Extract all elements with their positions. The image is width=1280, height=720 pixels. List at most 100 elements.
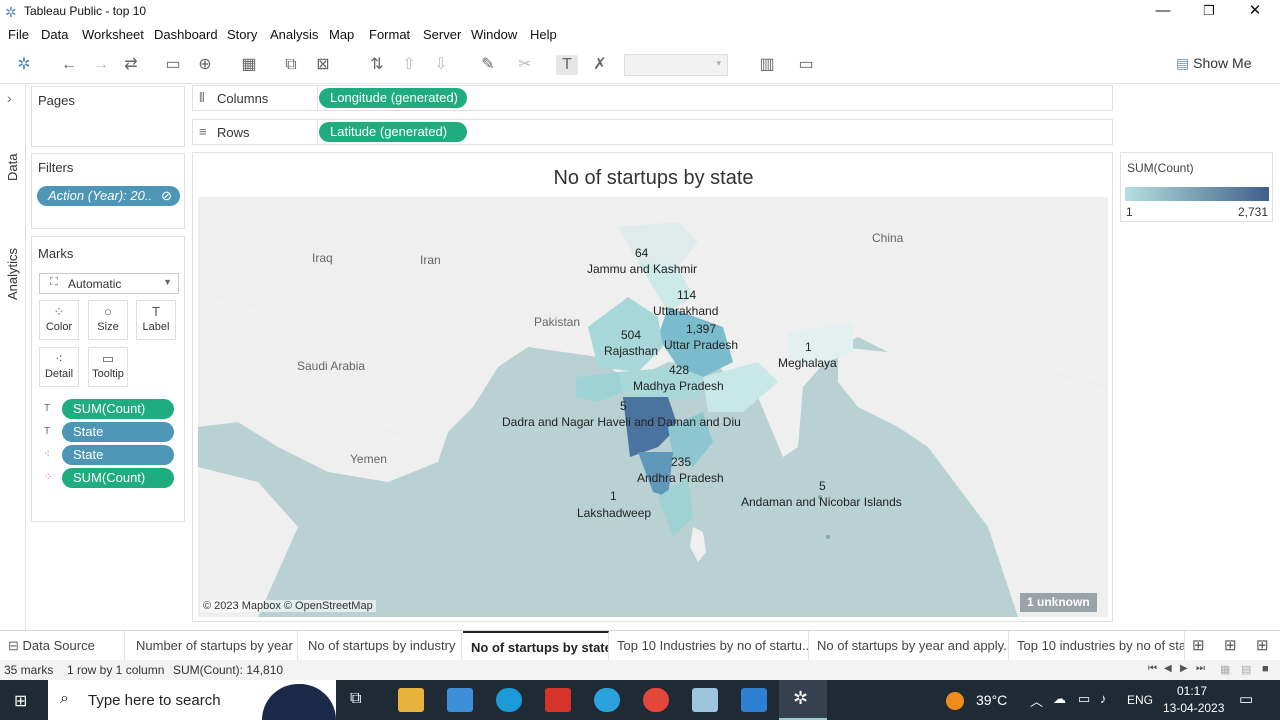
- vscode-icon[interactable]: [741, 688, 767, 712]
- columns-shelf[interactable]: ⦀ Columns Longitude (generated): [192, 85, 1113, 111]
- menu-data[interactable]: Data: [41, 27, 68, 42]
- show-mark-labels-icon[interactable]: T: [556, 55, 578, 75]
- menu-format[interactable]: Format: [369, 27, 410, 42]
- tabs-view-icon[interactable]: ■: [1262, 663, 1269, 675]
- tableau-taskbar-button[interactable]: ✲: [779, 680, 827, 720]
- menu-window[interactable]: Window: [471, 27, 517, 42]
- weather-icon[interactable]: [946, 692, 964, 710]
- tab-startups-by-state[interactable]: No of startups by state: [463, 631, 609, 660]
- battery-icon[interactable]: ▭: [1078, 691, 1090, 707]
- label-icon: T: [152, 304, 160, 319]
- windows-start-icon[interactable]: ⊞: [14, 691, 27, 711]
- mark-type-dropdown[interactable]: ⛶ Automatic ▼: [39, 273, 179, 294]
- tab-top10-industries[interactable]: Top 10 Industries by no of startu...: [609, 631, 809, 660]
- fit-dropdown[interactable]: ▾: [624, 54, 728, 76]
- filled-map[interactable]: China Iraq Iran Pakistan Saudi Arabia Ye…: [198, 197, 1108, 617]
- menu-help[interactable]: Help: [530, 27, 557, 42]
- rows-shelf[interactable]: ≡ Rows Latitude (generated): [192, 119, 1113, 145]
- menu-dashboard[interactable]: Dashboard: [154, 27, 218, 42]
- expand-chevron-icon[interactable]: ›: [7, 90, 12, 106]
- clock-time[interactable]: 01:17: [1177, 684, 1207, 698]
- marks-field-sum-count-color[interactable]: SUM(Count): [62, 468, 174, 488]
- swap-icon[interactable]: ⇅: [366, 55, 388, 75]
- menu-worksheet[interactable]: Worksheet: [82, 27, 144, 42]
- nav-last-icon[interactable]: ⏭: [1196, 663, 1205, 674]
- onedrive-icon[interactable]: ☁: [1053, 691, 1066, 707]
- region-gujarat[interactable]: [576, 372, 623, 402]
- menu-story[interactable]: Story: [227, 27, 257, 42]
- language-indicator[interactable]: ENG: [1127, 693, 1153, 707]
- pdf-app-icon[interactable]: [545, 688, 571, 712]
- tab-startups-by-year-apply[interactable]: No of startups by year and apply...: [809, 631, 1009, 660]
- nav-next-icon[interactable]: ▶: [1180, 663, 1188, 674]
- sort-descending-icon[interactable]: ⇩: [430, 55, 452, 75]
- fix-axes-icon[interactable]: ✗: [589, 55, 611, 75]
- replay-icon[interactable]: ⇄: [120, 55, 142, 75]
- new-worksheet-icon[interactable]: ▦: [238, 55, 260, 75]
- undo-icon[interactable]: ←: [58, 55, 80, 75]
- taskbar-search[interactable]: ⌕ Type here to search: [48, 680, 336, 720]
- chrome-icon[interactable]: [643, 688, 669, 712]
- menu-file[interactable]: File: [8, 27, 29, 42]
- tab-data-source[interactable]: ⊟ Data Source: [0, 631, 125, 660]
- size-button[interactable]: ○ Size: [88, 300, 128, 340]
- analytics-tab[interactable]: Analytics: [5, 248, 20, 300]
- data-label-state: Uttar Pradesh: [664, 338, 739, 352]
- filter-pill-action-year[interactable]: Action (Year): 20.. ⊘: [37, 186, 180, 206]
- highlight-icon[interactable]: ✎: [477, 55, 499, 75]
- minimize-button[interactable]: —: [1140, 0, 1186, 24]
- tooltip-button[interactable]: ▭ Tooltip: [88, 347, 128, 387]
- desktop-app-icon[interactable]: [447, 688, 473, 712]
- tab-top10-industries-2[interactable]: Top 10 industries by no of start: [1009, 631, 1185, 660]
- redo-icon[interactable]: →: [90, 55, 112, 75]
- task-view-icon[interactable]: ⧉: [350, 690, 361, 708]
- detail-button[interactable]: ⁖ Detail: [39, 347, 79, 387]
- save-icon[interactable]: ▭: [162, 55, 184, 75]
- new-story-icon[interactable]: ⊞: [1256, 636, 1269, 654]
- grid-view-icon[interactable]: ▦: [1220, 663, 1230, 676]
- marks-field-sum-count-label[interactable]: SUM(Count): [62, 399, 174, 419]
- data-tab[interactable]: Data: [5, 154, 20, 181]
- longitude-pill[interactable]: Longitude (generated): [319, 88, 467, 108]
- menu-server[interactable]: Server: [423, 27, 461, 42]
- close-button[interactable]: ✕: [1232, 0, 1278, 24]
- new-dashboard-icon[interactable]: ⊞: [1224, 636, 1237, 654]
- tab-startups-by-industry[interactable]: No of startups by industry: [300, 631, 462, 660]
- label-button[interactable]: T Label: [136, 300, 176, 340]
- clear-sheet-icon[interactable]: ⊠: [312, 55, 334, 75]
- edge-browser-icon[interactable]: [496, 688, 522, 712]
- marks-field-state-detail[interactable]: State: [62, 445, 174, 465]
- file-explorer-icon[interactable]: [398, 688, 424, 712]
- restore-button[interactable]: ❐: [1186, 0, 1232, 24]
- detail-icon: ⁖: [44, 449, 50, 460]
- tray-chevron-icon[interactable]: ︿: [1030, 691, 1043, 710]
- latitude-pill[interactable]: Latitude (generated): [319, 122, 467, 142]
- sort-ascending-icon[interactable]: ⇧: [398, 55, 420, 75]
- show-cards-icon[interactable]: ▥: [756, 55, 778, 75]
- menu-analysis[interactable]: Analysis: [270, 27, 318, 42]
- group-icon[interactable]: ✂: [514, 55, 536, 75]
- weather-temp[interactable]: 39°C: [976, 692, 1007, 708]
- duplicate-icon[interactable]: ⧉: [280, 55, 302, 75]
- telegram-icon[interactable]: [594, 688, 620, 712]
- clock-date[interactable]: 13-04-2023: [1163, 701, 1224, 715]
- show-me-button[interactable]: ▤ Show Me: [1176, 55, 1251, 72]
- color-button[interactable]: ⁘ Color: [39, 300, 79, 340]
- map-attribution[interactable]: © 2023 Mapbox © OpenStreetMap: [200, 600, 376, 612]
- nav-prev-icon[interactable]: ◀: [1164, 663, 1172, 674]
- presentation-icon[interactable]: ▭: [795, 55, 817, 75]
- tab-number-of-startups-by-year[interactable]: Number of startups by year: [128, 631, 298, 660]
- new-data-source-icon[interactable]: ⊕: [194, 55, 216, 75]
- nav-first-icon[interactable]: ⏮: [1148, 663, 1157, 674]
- menu-map[interactable]: Map: [329, 27, 354, 42]
- marks-field-state-label[interactable]: State: [62, 422, 174, 442]
- notifications-icon[interactable]: ▭: [1239, 690, 1253, 708]
- filmstrip-view-icon[interactable]: ▤: [1241, 663, 1251, 676]
- notes-app-icon[interactable]: [692, 688, 718, 712]
- tableau-logo-icon[interactable]: ✲: [13, 55, 35, 75]
- color-legend[interactable]: SUM(Count) 1 2,731: [1120, 152, 1273, 222]
- new-sheet-icon[interactable]: ⊞: [1192, 636, 1205, 654]
- unknown-indicator[interactable]: 1 unknown: [1020, 593, 1097, 612]
- volume-icon[interactable]: ♪: [1100, 691, 1107, 706]
- island-nicobar[interactable]: [826, 535, 830, 539]
